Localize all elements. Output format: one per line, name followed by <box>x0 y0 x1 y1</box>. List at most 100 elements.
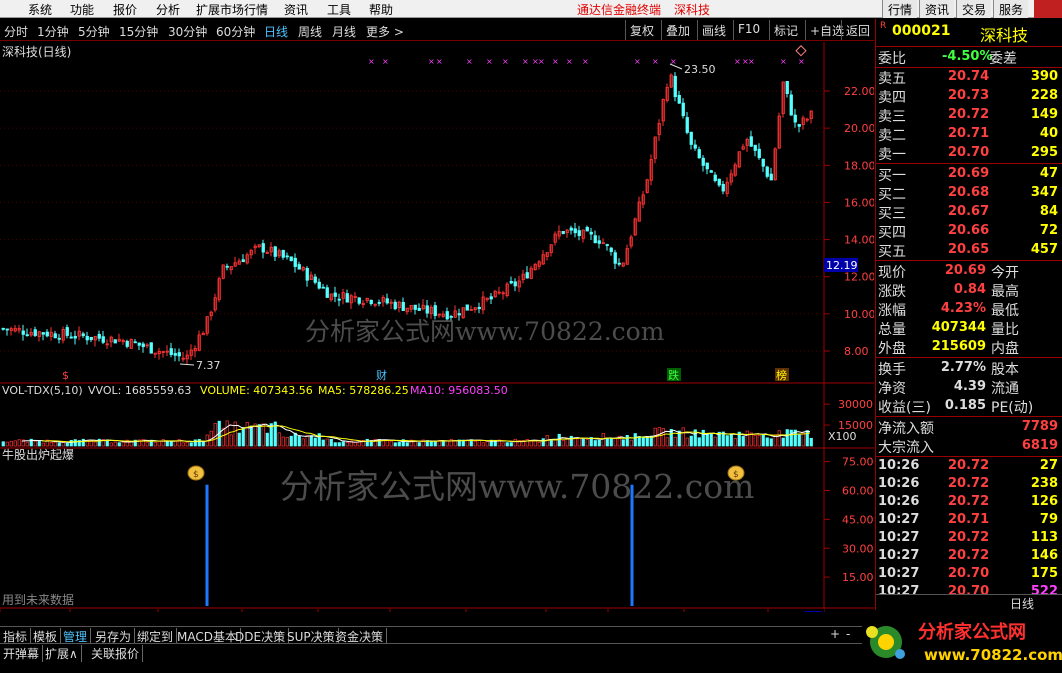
menu-news[interactable]: 资讯 <box>284 1 308 18</box>
candle-body <box>313 276 317 283</box>
signal-mark: × <box>634 57 641 66</box>
quote-label: 涨幅 <box>878 303 906 319</box>
time-axis-label: 2019年 <box>2 611 41 612</box>
tick-time: 10:26 <box>878 494 920 509</box>
ask-price[interactable]: 20.73 <box>948 88 989 103</box>
menu-analysis[interactable]: 分析 <box>156 1 180 18</box>
period-tick[interactable]: 分时 <box>4 23 28 40</box>
tick-time: 10:26 <box>878 476 920 491</box>
close-icon[interactable] <box>1034 0 1062 18</box>
ask-volume: 295 <box>1030 145 1058 160</box>
volume-bar <box>661 428 665 447</box>
volume-bar <box>697 437 701 447</box>
period-weekly[interactable]: 周线 <box>298 23 322 40</box>
stat-label: 换手 <box>878 362 906 378</box>
volume-bar <box>789 429 793 447</box>
volume-bar <box>761 434 765 447</box>
candle-body <box>525 272 529 279</box>
candle-body <box>149 342 153 354</box>
bid-price[interactable]: 20.69 <box>948 166 989 181</box>
menu-extended-market[interactable]: 扩展市场行情 <box>196 1 268 18</box>
bid-price[interactable]: 20.68 <box>948 185 989 200</box>
menu-tools[interactable]: 工具 <box>327 1 351 18</box>
menu-quote[interactable]: 报价 <box>113 1 137 18</box>
ask-price[interactable]: 20.70 <box>948 145 989 160</box>
btn-trade[interactable]: 交易 <box>956 0 992 18</box>
low-arrow <box>179 363 195 366</box>
period-1min[interactable]: 1分钟 <box>37 23 69 40</box>
status-tab[interactable]: 扩展∧ <box>42 645 82 662</box>
ask-label: 卖五 <box>878 71 906 87</box>
indicator-axis-label: 30.00 <box>842 542 874 555</box>
candle-body <box>673 75 677 98</box>
period-daily[interactable]: 日线 <box>264 23 288 40</box>
candle-body <box>345 293 349 303</box>
volume-bar <box>277 432 281 447</box>
ask-label: 卖二 <box>878 128 906 144</box>
diamond-icon[interactable] <box>795 45 807 57</box>
volume-bar <box>341 441 345 447</box>
menu-function[interactable]: 功能 <box>70 1 94 18</box>
volume-bar <box>257 424 261 447</box>
candle-body <box>293 257 297 267</box>
tab-daily-ticks[interactable]: 日线 <box>1010 595 1034 612</box>
status-tab[interactable]: 关联报价 <box>88 645 144 662</box>
ask-price[interactable]: 20.71 <box>948 126 989 141</box>
candle-body <box>509 280 513 284</box>
zoom-in-icon[interactable]: + <box>830 627 840 641</box>
volume-bar <box>797 434 801 447</box>
bid-price[interactable]: 20.67 <box>948 204 989 219</box>
menu-system[interactable]: 系统 <box>28 1 52 18</box>
volume-bar <box>573 438 577 447</box>
event-mark[interactable]: 榜 <box>776 368 787 382</box>
volume-bar <box>397 442 401 447</box>
volume-bar <box>317 433 321 447</box>
ask-price[interactable]: 20.72 <box>948 107 989 122</box>
period-30min[interactable]: 30分钟 <box>168 23 207 40</box>
volume-bar <box>709 433 713 447</box>
menu-bar: 系统 功能 报价 分析 扩展市场行情 资讯 工具 帮助 通达信金融终端 深科技 … <box>0 0 1062 18</box>
btn-quotes[interactable]: 行情 <box>882 0 918 18</box>
candle-body <box>577 230 581 237</box>
volume-bar <box>629 439 633 447</box>
btn-draw[interactable]: 画线 <box>697 20 730 40</box>
volume-bar <box>577 437 581 447</box>
event-mark[interactable]: 跌 <box>668 368 679 382</box>
signal-mark: × <box>734 57 741 66</box>
status-tab[interactable]: 开弹幕 <box>0 645 44 662</box>
volume-bar <box>241 427 245 447</box>
candle-body <box>593 235 597 244</box>
bid-price[interactable]: 20.66 <box>948 223 989 238</box>
r-flag: R <box>880 21 887 31</box>
candle-body <box>705 162 709 170</box>
period-more[interactable]: 更多 > <box>366 23 404 40</box>
period-15min[interactable]: 15分钟 <box>119 23 158 40</box>
signal-mark: × <box>652 57 659 66</box>
btn-mark[interactable]: 标记 <box>769 20 802 40</box>
btn-overlay[interactable]: 叠加 <box>661 20 694 40</box>
btn-f10[interactable]: F10 <box>733 20 764 40</box>
event-mark[interactable]: $ <box>62 369 69 382</box>
volume-bar <box>365 438 369 447</box>
candle-body <box>689 131 693 145</box>
btn-news[interactable]: 资讯 <box>919 0 955 18</box>
price-axis-label: 22.00 <box>844 85 874 98</box>
bid-label: 买一 <box>878 168 906 184</box>
bid-price[interactable]: 20.65 <box>948 242 989 257</box>
stat-value: 4.39 <box>953 379 986 394</box>
period-monthly[interactable]: 月线 <box>332 23 356 40</box>
menu-help[interactable]: 帮助 <box>369 1 393 18</box>
ask-price[interactable]: 20.74 <box>948 69 989 84</box>
event-mark[interactable]: 财 <box>376 368 387 382</box>
volume-bar <box>593 440 597 447</box>
volume-bar <box>777 430 781 447</box>
btn-back[interactable]: 返回 <box>841 20 874 40</box>
period-60min[interactable]: 60分钟 <box>216 23 255 40</box>
btn-service[interactable]: 服务 <box>993 0 1029 18</box>
watermark-price: 分析家公式网www.70822.com <box>305 317 665 346</box>
btn-restore-rights[interactable]: 复权 <box>625 20 658 40</box>
zoom-out-icon[interactable]: - <box>846 627 850 641</box>
tick-time: 10:27 <box>878 530 920 545</box>
period-5min[interactable]: 5分钟 <box>78 23 110 40</box>
volume-bar <box>193 439 197 447</box>
